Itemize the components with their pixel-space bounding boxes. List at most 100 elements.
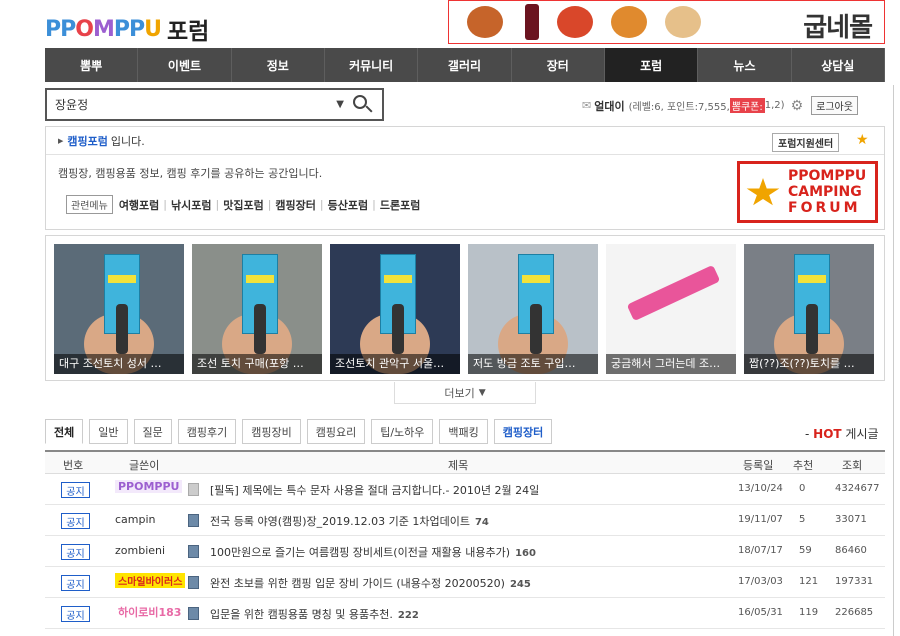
category-tab[interactable]: 전체 xyxy=(45,419,84,444)
category-tab[interactable]: 백패킹 xyxy=(439,419,488,444)
document-icon xyxy=(188,483,199,496)
post-date: 18/07/17 xyxy=(738,545,783,556)
category-tab[interactable]: 캠핑요리 xyxy=(306,419,366,444)
forum-info-box: ▶ 캠핑포럼 입니다. 포럼지원센터 ★ 캠핑장, 캠핑용품 정보, 캠핑 후기… xyxy=(45,126,885,230)
lighter-image xyxy=(626,264,721,322)
category-tab[interactable]: 캠핑장터 xyxy=(493,419,553,444)
notice-badge: 공지 xyxy=(61,544,90,560)
post-title-text[interactable]: 입문을 위한 캠핑용품 명칭 및 용품추천. xyxy=(210,608,393,621)
nav-item[interactable]: 정보 xyxy=(232,48,325,82)
post-title[interactable]: 100만원으로 즐기는 여름캠핑 장비세트(이전글 재활용 내용추가) 160 xyxy=(210,544,536,560)
notice-badge: 공지 xyxy=(61,575,90,591)
logout-button[interactable]: 로그아웃 xyxy=(811,96,858,115)
post-title[interactable]: 입문을 위한 캠핑용품 명칭 및 용품추천. 222 xyxy=(210,606,419,622)
post-recommend: 0 xyxy=(799,483,806,494)
table-row[interactable]: 공지 하이로비183 입문을 위한 캠핑용품 명칭 및 용품추천. 222 16/05/… xyxy=(45,598,885,629)
post-author[interactable]: zombieni xyxy=(115,544,165,557)
category-tab[interactable]: 팁/노하우 xyxy=(371,419,434,444)
category-tab[interactable]: 캠핑장비 xyxy=(242,419,301,444)
post-title-text[interactable]: 전국 등록 야영(캠핑)장_2019.12.03 기준 1차업데이트 xyxy=(210,515,470,528)
separator: | xyxy=(163,198,168,211)
table-row[interactable]: 공지 campin 전국 등록 야영(캠핑)장_2019.12.03 기준 1차업데… xyxy=(45,505,885,536)
header-title: 제목 xyxy=(448,459,469,472)
nav-item[interactable]: 장터 xyxy=(512,48,605,82)
dropdown-arrow-icon[interactable]: ▼ xyxy=(336,99,344,110)
forum-support-button[interactable]: 포럼지원센터 xyxy=(772,133,840,152)
post-author[interactable]: PPOMPPU xyxy=(115,480,183,493)
post-author[interactable]: 스마일바이러스 xyxy=(115,573,186,588)
hot-posts-link[interactable]: - HOT 게시글 xyxy=(805,425,879,442)
post-title-text[interactable]: 완전 초보를 위한 캠핑 입문 장비 가이드 (내용수정 20200520) xyxy=(210,577,505,590)
table-row[interactable]: 공지 zombieni 100만원으로 즐기는 여름캠핑 장비세트(이전글 재활용 … xyxy=(45,536,885,567)
ad-brand: 굽네몰 xyxy=(803,13,873,43)
related-forum-link[interactable]: 드론포럼 xyxy=(380,197,420,213)
more-button[interactable]: 더보기 ▼ xyxy=(394,382,536,404)
gallery-thumbnail[interactable]: 궁금해서 그러는데 조… xyxy=(606,244,736,374)
torch-image xyxy=(116,304,128,354)
gallery-thumbnail[interactable]: 저도 방금 조토 구입… xyxy=(468,244,598,374)
main-nav: 뽐뿌 이벤트 정보 커뮤니티 갤러리 장터 포럼 뉴스 상담실 xyxy=(45,48,885,82)
user-stats: (레벨:6, 포인트:7,555, xyxy=(628,102,730,113)
camping-logo-line: CAMPING xyxy=(788,184,862,200)
ad-banner[interactable]: 굽네몰 xyxy=(448,0,885,44)
related-forum-link[interactable]: 여행포럼 xyxy=(119,197,159,213)
post-author[interactable]: campin xyxy=(115,513,156,526)
image-file-icon xyxy=(188,576,199,589)
star-icon[interactable]: ★ xyxy=(856,132,869,148)
gallery-thumbnail[interactable]: 대구 조선토치 성서 … xyxy=(54,244,184,374)
related-forum-link[interactable]: 캠핑장터 xyxy=(275,197,315,213)
category-tab[interactable]: 질문 xyxy=(133,419,172,444)
coupon-badge[interactable]: 뽐쿠폰: xyxy=(729,98,765,113)
image-file-icon xyxy=(188,514,199,527)
post-recommend: 121 xyxy=(799,576,819,587)
post-views: 197331 xyxy=(835,576,874,587)
nav-item[interactable]: 상담실 xyxy=(792,48,885,82)
camping-forum-logo: PPOMPPU CAMPING FORUM xyxy=(737,161,878,223)
nav-item[interactable]: 갤러리 xyxy=(418,48,512,82)
gallery-thumbnail[interactable]: 짭(??)조(??)토치를 … xyxy=(744,244,874,374)
nav-item[interactable]: 뽐뿌 xyxy=(45,48,139,82)
post-title-text[interactable]: [필독] 제목에는 특수 문자 사용을 절대 금지합니다.- 2010년 2월 … xyxy=(210,484,539,497)
related-forum-link[interactable]: 등산포럼 xyxy=(328,197,368,213)
table-row[interactable]: 공지 스마일바이러스 완전 초보를 위한 캠핑 입문 장비 가이드 (내용수정 20… xyxy=(45,567,885,598)
post-title[interactable]: [필독] 제목에는 특수 문자 사용을 절대 금지합니다.- 2010년 2월 … xyxy=(210,482,539,498)
header-rec[interactable]: 추천 xyxy=(793,457,813,473)
related-forum-link[interactable]: 낚시포럼 xyxy=(171,197,211,213)
table-row[interactable]: 공지 PPOMPPU [필독] 제목에는 특수 문자 사용을 절대 금지합니다.- … xyxy=(45,474,885,505)
post-title[interactable]: 완전 초보를 위한 캠핑 입문 장비 가이드 (내용수정 20200520) 24… xyxy=(210,575,531,591)
caret-down-icon: ▼ xyxy=(478,387,486,398)
site-logo[interactable]: PPOMPPU 포럼 xyxy=(45,14,209,46)
search-box[interactable]: 장윤정 ▼ xyxy=(45,88,384,121)
header-views[interactable]: 조회 xyxy=(842,457,862,473)
separator: | xyxy=(267,198,272,211)
user-nickname[interactable]: 얼대이 xyxy=(594,98,624,114)
nav-item[interactable]: 뉴스 xyxy=(698,48,792,82)
post-views: 226685 xyxy=(835,607,874,618)
coupon-count: 1,2) xyxy=(764,100,785,111)
forum-name[interactable]: 캠핑포럼 xyxy=(67,133,107,149)
gallery-thumbnail[interactable]: 조선토치 관악구 서울… xyxy=(330,244,460,374)
search-icon[interactable] xyxy=(352,94,374,116)
nav-item[interactable]: 이벤트 xyxy=(138,48,232,82)
mail-icon[interactable]: ✉ xyxy=(582,99,591,112)
post-author[interactable]: 하이로비183 xyxy=(115,604,184,620)
header-date[interactable]: 등록일 xyxy=(743,457,773,473)
category-tab[interactable]: 일반 xyxy=(89,419,128,444)
post-title-text[interactable]: 100만원으로 즐기는 여름캠핑 장비세트(이전글 재활용 내용추가) xyxy=(210,546,510,559)
torch-image xyxy=(254,304,266,354)
torch-image xyxy=(530,304,542,354)
image-file-icon xyxy=(188,607,199,620)
related-menu: 관련메뉴 여행포럼 | 낚시포럼 | 맛집포럼 | 캠핑장터 | 등산포럼 | 드론포럼 xyxy=(66,195,420,214)
ad-food-image xyxy=(467,6,503,38)
category-tab[interactable]: 캠핑후기 xyxy=(177,419,237,444)
separator: | xyxy=(372,198,376,211)
related-forum-link[interactable]: 맛집포럼 xyxy=(223,197,263,213)
search-input[interactable]: 장윤정 xyxy=(55,96,336,113)
post-title[interactable]: 전국 등록 야영(캠핑)장_2019.12.03 기준 1차업데이트 74 xyxy=(210,513,489,529)
forum-header: ▶ 캠핑포럼 입니다. xyxy=(46,127,884,155)
gallery-thumbnail[interactable]: 조선 토치 구매(포항 … xyxy=(192,244,322,374)
ad-bottle-image xyxy=(525,4,539,40)
gear-icon[interactable]: ⚙ xyxy=(791,98,804,114)
nav-item[interactable]: 커뮤니티 xyxy=(325,48,419,82)
nav-item[interactable]: 포럼 xyxy=(604,48,699,82)
